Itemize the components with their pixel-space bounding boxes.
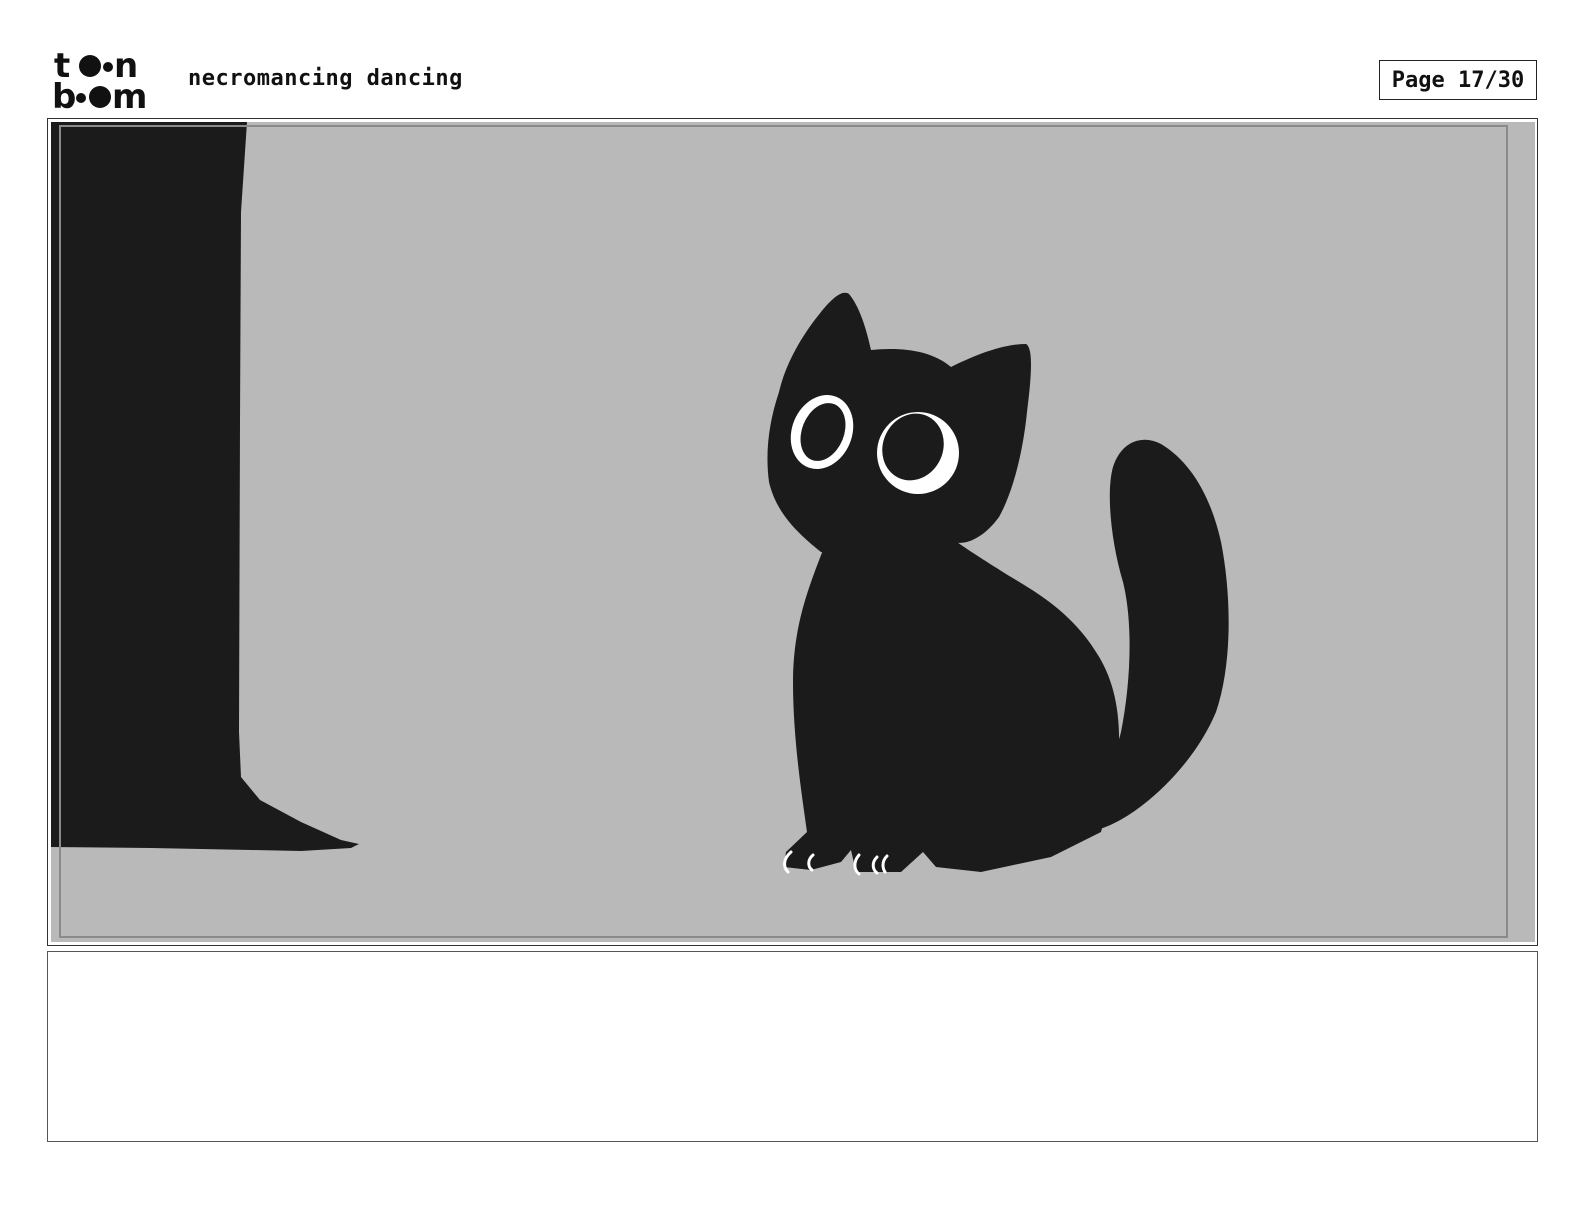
panel-notes-box[interactable] <box>47 951 1538 1142</box>
storyboard-panel-image <box>51 122 1535 942</box>
cat-body <box>784 530 1120 872</box>
project-title: necromancing dancing <box>188 66 463 91</box>
page-header: t n b m necromancing dancing Page 17/30 <box>0 0 1584 118</box>
page-number-badge: Page 17/30 <box>1379 60 1537 100</box>
leg-silhouette <box>51 122 359 851</box>
svg-text:m: m <box>112 77 147 112</box>
toon-boom-logo: t n b m <box>52 50 164 112</box>
panel-artwork <box>51 122 1229 876</box>
svg-text:b: b <box>52 77 76 112</box>
